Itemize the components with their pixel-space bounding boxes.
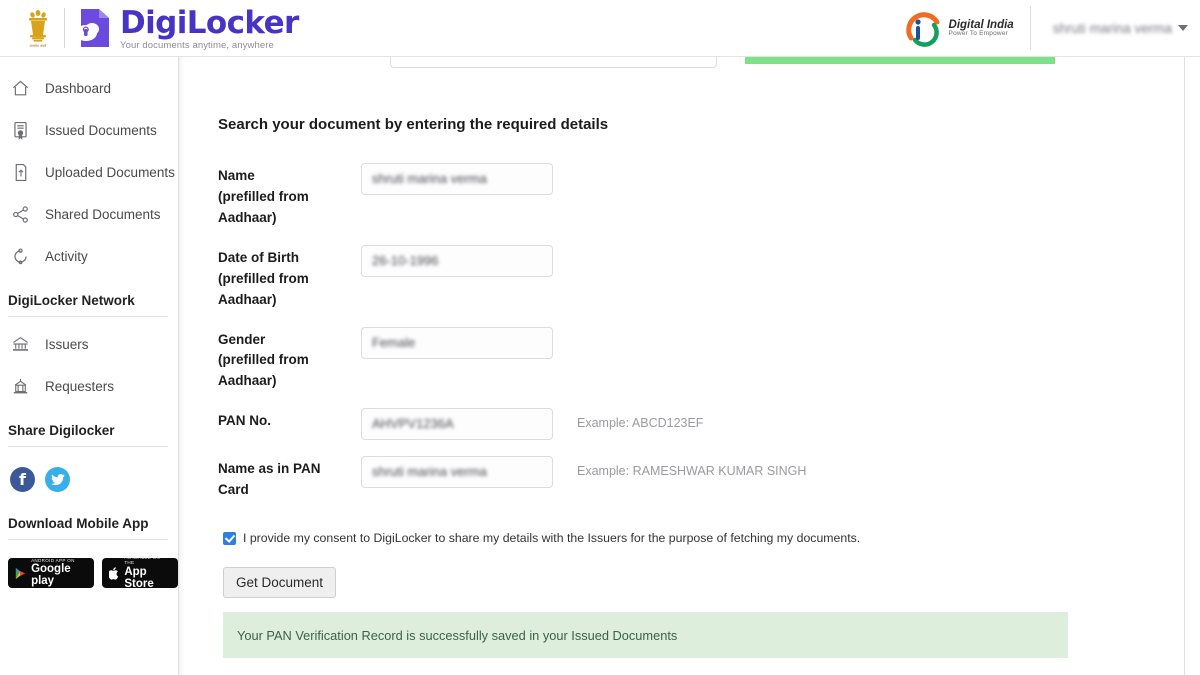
twitter-icon[interactable]: [45, 467, 70, 492]
sidebar-divider: [8, 539, 168, 540]
sidebar-item-activity[interactable]: Activity: [0, 235, 178, 277]
name-hint: [553, 163, 577, 171]
sidebar-divider: [8, 446, 168, 447]
google-play-icon: [15, 566, 26, 581]
bank-building-icon: [10, 334, 31, 355]
google-play-badge[interactable]: ANDROID APP ON Google play: [8, 558, 94, 588]
get-document-button[interactable]: Get Document: [223, 567, 336, 598]
chevron-down-icon: [1178, 25, 1188, 31]
consent-label: I provide my consent to DigiLocker to sh…: [243, 531, 860, 545]
pan-name-field[interactable]: shruti marina verma: [361, 456, 553, 488]
sidebar-item-label: Shared Documents: [45, 207, 161, 222]
sidebar-item-label: Requesters: [45, 379, 114, 394]
certificate-icon: [10, 120, 31, 141]
success-message: Your PAN Verification Record is successf…: [237, 628, 677, 643]
upload-document-icon: [10, 162, 31, 183]
badge-main-label: Google play: [31, 563, 87, 587]
app-store-badge[interactable]: Available on the App Store: [102, 558, 178, 588]
share-network-icon: [10, 204, 31, 225]
brand-logo[interactable]: DigiLocker Your documents anytime, anywh…: [73, 6, 299, 51]
sidebar-section-network: DigiLocker Network: [0, 277, 178, 316]
pan-no-label: PAN No.: [218, 408, 361, 432]
gender-field[interactable]: Female: [361, 327, 553, 359]
form-row-name: Name (prefilled from Aadhaar) shruti mar…: [218, 163, 1184, 229]
sidebar-item-issued-documents[interactable]: Issued Documents: [0, 109, 178, 151]
sidebar-item-label: Issuers: [45, 337, 89, 352]
digital-india-name: Digital India: [949, 19, 1014, 31]
page-title: Search your document by entering the req…: [185, 86, 1184, 133]
social-links: f: [0, 453, 178, 492]
form-row-pan-name: Name as in PAN Card shruti marina verma …: [218, 456, 1184, 501]
apple-icon: [109, 566, 119, 581]
home-icon: [10, 78, 31, 99]
pan-name-hint: Example: RAMESHWAR KUMAR SINGH: [553, 456, 806, 478]
sidebar-item-uploaded-documents[interactable]: Uploaded Documents: [0, 151, 178, 193]
dob-label: Date of Birth (prefilled from Aadhaar): [218, 245, 361, 311]
consent-checkbox[interactable]: [223, 532, 236, 545]
institution-building-icon: [10, 376, 31, 397]
sidebar-item-shared-documents[interactable]: Shared Documents: [0, 193, 178, 235]
sidebar: Dashboard Issued Documents Uploaded Docu…: [0, 57, 178, 675]
gender-value: Female: [372, 335, 415, 350]
brand-name: DigiLocker: [120, 8, 299, 39]
content-left-divider: [178, 40, 185, 675]
sidebar-item-label: Uploaded Documents: [45, 165, 175, 180]
sidebar-item-label: Dashboard: [45, 81, 111, 96]
form-row-dob: Date of Birth (prefilled from Aadhaar) 2…: [218, 245, 1184, 311]
badge-sub-label: Available on the: [124, 556, 171, 565]
india-national-emblem-icon: सत्यमेव जयते: [25, 7, 51, 49]
main-content-panel: PAN Verification Record PAN data in real…: [185, 40, 1185, 675]
pan-no-hint: Example: ABCD123EF: [553, 408, 703, 430]
form-row-gender: Gender (prefilled from Aadhaar) Female: [218, 327, 1184, 393]
consent-row[interactable]: I provide my consent to DigiLocker to sh…: [218, 517, 1184, 545]
success-banner: Your PAN Verification Record is successf…: [223, 612, 1068, 658]
store-badges: ANDROID APP ON Google play Available on …: [0, 546, 178, 588]
dob-hint: [553, 245, 577, 253]
sidebar-item-requesters[interactable]: Requesters: [0, 365, 178, 407]
pan-no-value: AHVPV1236A: [372, 416, 454, 431]
user-menu[interactable]: shruti marina verma: [1031, 0, 1200, 57]
digital-india-tagline: Power To Empower: [949, 31, 1014, 38]
sidebar-section-share: Share Digilocker: [0, 407, 178, 446]
digital-india-logo: Digital India Power To Empower: [905, 8, 1030, 48]
gender-hint: [553, 327, 577, 335]
sidebar-item-label: Issued Documents: [45, 123, 157, 138]
badge-main-label: App Store: [124, 566, 171, 590]
sidebar-item-issuers[interactable]: Issuers: [0, 323, 178, 365]
header-divider: [64, 8, 65, 48]
national-emblem: सत्यमेव जयते: [0, 0, 62, 57]
digilocker-document-cloud-icon: [73, 7, 113, 49]
pan-name-label: Name as in PAN Card: [218, 456, 361, 501]
dob-value: 26-10-1996: [372, 253, 439, 268]
form-row-pan-no: PAN No. AHVPV1236A Example: ABCD123EF: [218, 408, 1184, 440]
pan-name-value: shruti marina verma: [372, 464, 487, 479]
app-header: सत्यमेव जयते DigiLocker Your documents a…: [0, 0, 1200, 57]
document-search-form: Name (prefilled from Aadhaar) shruti mar…: [185, 133, 1184, 658]
sidebar-section-download: Download Mobile App: [0, 492, 178, 539]
brand-tagline: Your documents anytime, anywhere: [120, 41, 299, 51]
sidebar-divider: [8, 316, 168, 317]
facebook-icon[interactable]: f: [10, 467, 35, 492]
name-label: Name (prefilled from Aadhaar): [218, 163, 361, 229]
gender-label: Gender (prefilled from Aadhaar): [218, 327, 361, 393]
sidebar-item-label: Activity: [45, 249, 88, 264]
activity-refresh-icon: [10, 246, 31, 267]
dob-field[interactable]: 26-10-1996: [361, 245, 553, 277]
name-value: shruti marina verma: [372, 171, 487, 186]
digital-india-swirl-icon: [905, 8, 945, 48]
sidebar-item-dashboard[interactable]: Dashboard: [0, 67, 178, 109]
name-field[interactable]: shruti marina verma: [361, 163, 553, 195]
svg-text:सत्यमेव जयते: सत्यमेव जयते: [30, 43, 47, 48]
user-name: shruti marina verma: [1053, 21, 1172, 36]
pan-no-field[interactable]: AHVPV1236A: [361, 408, 553, 440]
